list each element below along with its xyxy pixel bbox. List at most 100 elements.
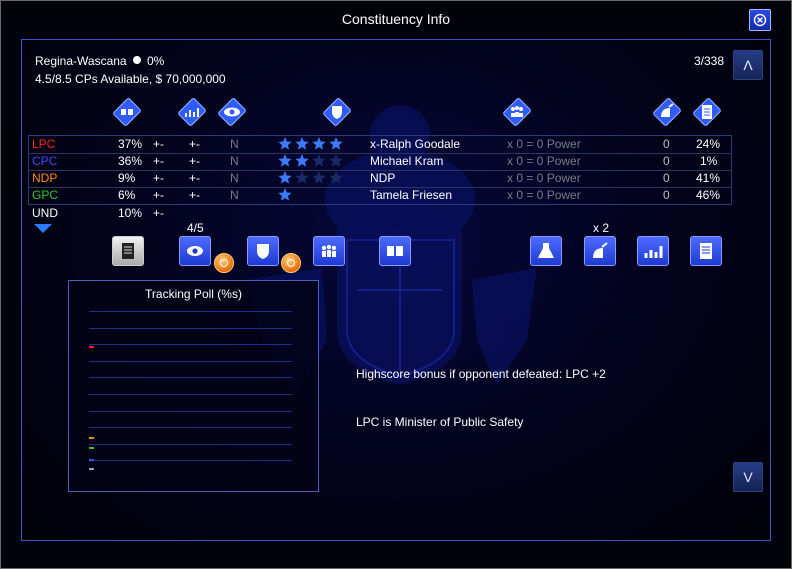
candidate-name: Michael Kram	[370, 154, 444, 168]
shield-icon[interactable]	[322, 97, 352, 127]
minister-note: LPC is Minister of Public Safety	[356, 415, 524, 429]
cps-available: 4.5/8.5 CPs Available, $ 70,000,000	[35, 72, 226, 86]
neutral-marker: N	[230, 154, 239, 168]
scroll-action-button[interactable]	[112, 236, 144, 266]
poll-mark-orange	[89, 437, 94, 439]
star-filled-icon	[312, 137, 326, 150]
eye-icon[interactable]	[217, 97, 247, 127]
team-icon[interactable]	[502, 97, 532, 127]
party-right-percent: 1%	[700, 154, 718, 168]
constituency-counter: 3/338	[694, 54, 725, 68]
poll-gridline	[89, 427, 292, 429]
party-row-gpc: GPC 6% +- +- N Tamela Friesen x 0 = 0 Po…	[29, 187, 731, 204]
party-percent: 9%	[118, 171, 136, 185]
poll-mark-blue	[89, 459, 94, 461]
polling-icon	[644, 246, 663, 258]
party-abbr: UND	[32, 206, 58, 220]
polling-action-button[interactable]	[637, 236, 669, 266]
poll-gridline	[89, 394, 292, 395]
constituency-name: Regina-Wascana	[35, 54, 127, 68]
party-percent: 36%	[118, 154, 143, 168]
party-row-ndp: NDP 9% +- +- N NDP x 0 = 0 Power 0 41%	[29, 170, 731, 188]
radio-dot-icon	[133, 56, 141, 64]
neutral-marker: N	[230, 137, 239, 151]
action-counter: 4/5	[187, 221, 204, 235]
close-button[interactable]	[749, 9, 771, 31]
shield-icon	[257, 244, 269, 259]
power-count: 0	[663, 137, 670, 151]
power-count: 0	[663, 171, 670, 185]
adjust-control[interactable]: +-	[189, 137, 200, 151]
close-icon	[753, 13, 767, 27]
candidate-name: NDP	[370, 171, 396, 185]
expand-triangle-icon[interactable]	[34, 224, 52, 234]
poll-gridline	[89, 377, 292, 379]
neutral-marker: N	[230, 171, 239, 185]
poll-mark-gray	[89, 468, 94, 470]
power-calc: x 0 = 0 Power	[507, 171, 581, 185]
action-multiplier: x 2	[593, 221, 610, 235]
constituency-panel: Regina-Wascana 0% 4.5/8.5 CPs Available,…	[21, 39, 771, 541]
adjust-control[interactable]: +-	[189, 188, 200, 202]
document-icon	[700, 243, 712, 259]
party-percent: 6%	[118, 188, 136, 202]
party-percent: 10%	[118, 206, 143, 220]
party-abbr: LPC	[32, 137, 56, 151]
party-abbr: CPC	[32, 154, 58, 168]
document-action-button[interactable]	[690, 236, 722, 266]
party-right-percent: 24%	[696, 137, 721, 151]
highscore-bonus-note: Highscore bonus if opponent defeated: LP…	[356, 367, 606, 381]
star-filled-icon	[278, 188, 292, 201]
power-calc: x 0 = 0 Power	[507, 188, 581, 202]
tracking-poll-panel: Tracking Poll (%s)	[68, 280, 319, 492]
candidate-rating-stars	[278, 154, 343, 167]
candidate-name: Tamela Friesen	[370, 188, 453, 202]
poll-gridline	[89, 327, 292, 329]
window-title: Constituency Info	[341, 11, 451, 27]
star-filled-icon	[278, 154, 292, 167]
star-empty-icon	[329, 154, 343, 167]
debate-icon[interactable]	[112, 97, 142, 127]
party-right-percent: 41%	[696, 171, 721, 185]
shield-action-button[interactable]	[247, 236, 279, 266]
eye-icon	[187, 246, 203, 256]
star-filled-icon	[278, 171, 292, 184]
next-constituency-button[interactable]: V	[733, 462, 763, 492]
adjust-control[interactable]: +-	[153, 171, 164, 185]
power-count: 0	[663, 154, 670, 168]
adjust-control[interactable]: +-	[153, 154, 164, 168]
candidate-rating-stars	[278, 137, 343, 150]
polling-icon[interactable]	[177, 97, 207, 127]
team-action-button[interactable]	[313, 236, 345, 266]
poll-gridline	[89, 460, 292, 462]
satellite-icon	[593, 242, 608, 258]
flask-action-button[interactable]	[530, 236, 562, 266]
candidate-name: x-Ralph Goodale	[370, 137, 461, 151]
debate-icon	[387, 246, 403, 256]
adjust-control[interactable]: +-	[153, 188, 164, 202]
poll-mark-green	[89, 447, 94, 449]
adjust-control[interactable]: +-	[189, 154, 200, 168]
poll-gridline	[89, 360, 292, 362]
document-icon[interactable]	[692, 97, 722, 127]
eye-action-button[interactable]	[179, 236, 211, 266]
constituency-percent: 0%	[147, 54, 165, 68]
adjust-control[interactable]: +-	[153, 206, 164, 220]
coin-badge	[281, 253, 301, 273]
constituency-info-window: Constituency Info Regina-Wascana 0% 4.5/…	[0, 0, 792, 569]
adjust-control[interactable]: +-	[189, 171, 200, 185]
star-filled-icon	[295, 154, 309, 167]
satellite-action-button[interactable]	[584, 236, 616, 266]
party-row-cpc: CPC 36% +- +- N Michael Kram x 0 = 0 Pow…	[29, 153, 731, 171]
star-filled-icon	[329, 137, 343, 150]
star-empty-icon	[312, 154, 326, 167]
party-abbr: NDP	[32, 171, 58, 185]
party-percent: 37%	[118, 137, 143, 151]
party-abbr: GPC	[32, 188, 59, 202]
debate-action-button[interactable]	[379, 236, 411, 266]
star-empty-icon	[312, 171, 326, 184]
power-count: 0	[663, 188, 670, 202]
satellite-icon[interactable]	[652, 97, 682, 127]
previous-constituency-button[interactable]: Λ	[733, 50, 763, 80]
adjust-control[interactable]: +-	[153, 137, 164, 151]
